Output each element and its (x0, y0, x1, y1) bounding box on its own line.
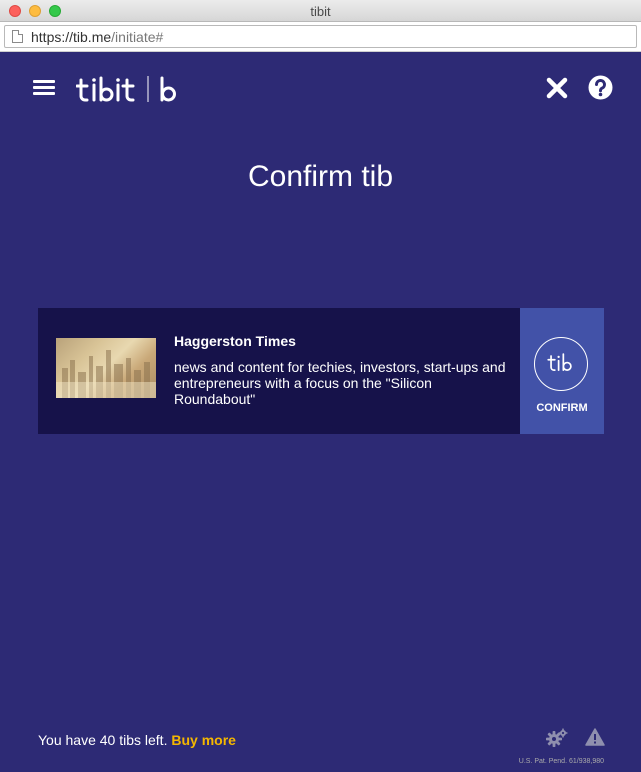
tib-circle-icon (534, 337, 588, 391)
confirm-label: CONFIRM (536, 402, 588, 414)
buy-more-link[interactable]: Buy more (171, 732, 236, 748)
gear-icon[interactable] (546, 728, 568, 748)
address-bar: https://tib.me/initiate# (0, 22, 641, 52)
close-icon[interactable] (545, 76, 569, 100)
url-text[interactable]: https://tib.me/initiate# (31, 29, 163, 45)
window-titlebar: tibit (0, 0, 641, 22)
document-icon (12, 30, 23, 43)
city-skyline-image (56, 338, 156, 398)
publisher-card: Haggerston Times news and content for te… (38, 308, 604, 434)
url-host: https://tib.me (31, 29, 112, 45)
publisher-name: Haggerston Times (174, 333, 296, 349)
tibs-left-text: You have 40 tibs left. (38, 732, 168, 748)
tibit-logo (76, 76, 176, 102)
hamburger-menu-icon[interactable] (33, 80, 55, 96)
confirm-button[interactable]: CONFIRM (520, 308, 604, 434)
tibit-app: Confirm tib Haggerston Times news and co… (0, 52, 641, 772)
publisher-description: news and content for techies, investors,… (174, 359, 506, 407)
patent-notice: U.S. Pat. Pend. 61/938,980 (518, 758, 604, 765)
url-field[interactable]: https://tib.me/initiate# (4, 25, 637, 48)
url-path: /initiate# (111, 29, 164, 45)
page-title: Confirm tib (247, 160, 394, 193)
window-title: tibit (310, 4, 331, 19)
help-icon[interactable] (588, 75, 613, 100)
warning-icon[interactable] (585, 728, 605, 746)
tibs-remaining: You have 40 tibs left. Buy more (38, 732, 236, 748)
